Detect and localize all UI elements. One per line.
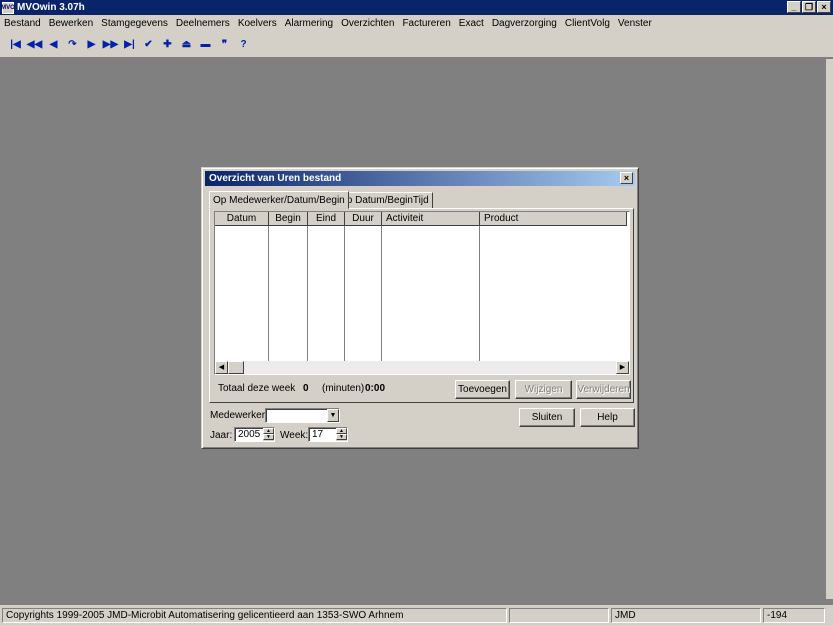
grid-hscrollbar[interactable]: ◀ ▶: [215, 361, 629, 374]
col-datum: [215, 226, 269, 362]
tab-op-medewerker[interactable]: Op Medewerker/Datum/Begin: [209, 191, 349, 209]
spin-down-icon[interactable]: ▼: [263, 434, 274, 440]
scroll-thumb[interactable]: [228, 361, 244, 374]
tab-op-datum[interactable]: Op Datum/BeginTijd: [335, 192, 433, 209]
chevron-down-icon[interactable]: ▼: [327, 409, 339, 422]
plus-icon[interactable]: ✚: [158, 34, 177, 54]
app-title: MVOwin 3.07h: [17, 2, 85, 13]
dialog-titlebar: Overzicht van Uren bestand ×: [205, 171, 635, 186]
col-activiteit: [382, 226, 480, 362]
help-button[interactable]: Help: [580, 408, 635, 427]
jaar-stepper[interactable]: 2005 ▲ ▼: [234, 427, 275, 442]
minutes-label: (minuten): [322, 383, 365, 394]
week-value: 17: [312, 429, 324, 440]
previous-icon[interactable]: ◀: [44, 34, 63, 54]
fast-forward-icon[interactable]: ▶▶: [101, 34, 120, 54]
col-header-product[interactable]: Product: [480, 212, 627, 226]
menu-bar: Bestand Bewerken Stamgegevens Deelnemers…: [0, 15, 833, 31]
hours-grid[interactable]: Datum Begin Eind Duur Activiteit Product…: [214, 211, 630, 375]
menu-dagverzorging[interactable]: Dagverzorging: [492, 18, 557, 29]
minimize-button[interactable]: _: [787, 1, 801, 13]
status-code: -194: [763, 607, 825, 623]
col-header-begin[interactable]: Begin: [269, 212, 308, 226]
menu-venster[interactable]: Venster: [618, 18, 652, 29]
status-user: JMD: [611, 607, 761, 623]
refresh-icon[interactable]: ↷: [63, 34, 82, 54]
jaar-value: 2005: [238, 429, 261, 440]
col-begin: [269, 226, 308, 362]
eject-icon[interactable]: ⏏: [177, 34, 196, 54]
help-icon[interactable]: ?: [234, 34, 253, 54]
menu-stamgegevens[interactable]: Stamgegevens: [101, 18, 168, 29]
col-duur: [345, 226, 382, 362]
app-titlebar: MVO MVOwin 3.07h _ ❐ ×: [0, 0, 833, 15]
medewerker-select[interactable]: ▼: [265, 408, 340, 423]
app-icon: MVO: [1, 1, 15, 14]
spin-down-icon[interactable]: ▼: [336, 434, 347, 440]
minus-icon[interactable]: ▬: [196, 34, 215, 54]
week-stepper[interactable]: 17 ▲ ▼: [308, 427, 348, 442]
status-copyright: Copyrights 1999-2005 JMD-Microbit Automa…: [2, 607, 507, 623]
window-controls: _ ❐ ×: [786, 1, 831, 13]
col-eind: [308, 226, 345, 362]
week-label: Week:: [280, 430, 309, 441]
status-bar: Copyrights 1999-2005 JMD-Microbit Automa…: [0, 605, 833, 625]
toolbar: |◀ ◀◀ ◀ ↷ ▶ ▶▶ ▶| ✔ ✚ ⏏ ▬ ❞ ?: [0, 31, 833, 58]
uren-dialog: Overzicht van Uren bestand × Op Medewerk…: [201, 167, 639, 449]
menu-alarmering[interactable]: Alarmering: [285, 18, 333, 29]
last-record-icon[interactable]: ▶|: [120, 34, 139, 54]
add-button[interactable]: Toevoegen: [455, 380, 510, 399]
medewerker-label: Medewerker:: [210, 410, 268, 421]
minutes-value: 0:00: [365, 383, 386, 394]
first-record-icon[interactable]: |◀: [6, 34, 25, 54]
scroll-left-icon[interactable]: ◀: [215, 361, 228, 374]
status-panel-empty: [509, 607, 609, 623]
edit-button[interactable]: Wijzigen: [515, 380, 572, 399]
menu-bewerken[interactable]: Bewerken: [49, 18, 93, 29]
close-dialog-button[interactable]: Sluiten: [519, 408, 575, 427]
col-header-activiteit[interactable]: Activiteit: [382, 212, 480, 226]
menu-koelvers[interactable]: Koelvers: [238, 18, 277, 29]
menu-overzichten[interactable]: Overzichten: [341, 18, 394, 29]
scroll-right-icon[interactable]: ▶: [616, 361, 629, 374]
dialog-title: Overzicht van Uren bestand: [209, 173, 342, 184]
rewind-icon[interactable]: ◀◀: [25, 34, 44, 54]
menu-factureren[interactable]: Factureren: [402, 18, 450, 29]
menu-deelnemers[interactable]: Deelnemers: [176, 18, 230, 29]
week-spinner[interactable]: ▲ ▼: [336, 428, 347, 441]
menu-clientvolg[interactable]: ClientVolg: [565, 18, 610, 29]
quote-icon[interactable]: ❞: [215, 34, 234, 54]
total-week-label: Totaal deze week: [218, 383, 296, 394]
restore-button[interactable]: ❐: [802, 1, 816, 13]
delete-button[interactable]: Verwijderen: [576, 380, 631, 399]
mdi-scrollbar[interactable]: [826, 59, 833, 599]
col-header-datum[interactable]: Datum: [215, 212, 269, 226]
menu-bestand[interactable]: Bestand: [4, 18, 41, 29]
jaar-label: Jaar:: [210, 430, 233, 441]
col-header-duur[interactable]: Duur: [345, 212, 382, 226]
col-header-eind[interactable]: Eind: [308, 212, 345, 226]
next-icon[interactable]: ▶: [82, 34, 101, 54]
dialog-close-button[interactable]: ×: [620, 172, 633, 184]
close-button[interactable]: ×: [817, 1, 831, 13]
jaar-spinner[interactable]: ▲ ▼: [263, 428, 274, 441]
total-week-count: 0: [303, 383, 309, 394]
menu-exact[interactable]: Exact: [459, 18, 484, 29]
tab-panel: Datum Begin Eind Duur Activiteit Product…: [209, 208, 634, 403]
check-icon[interactable]: ✔: [139, 34, 158, 54]
